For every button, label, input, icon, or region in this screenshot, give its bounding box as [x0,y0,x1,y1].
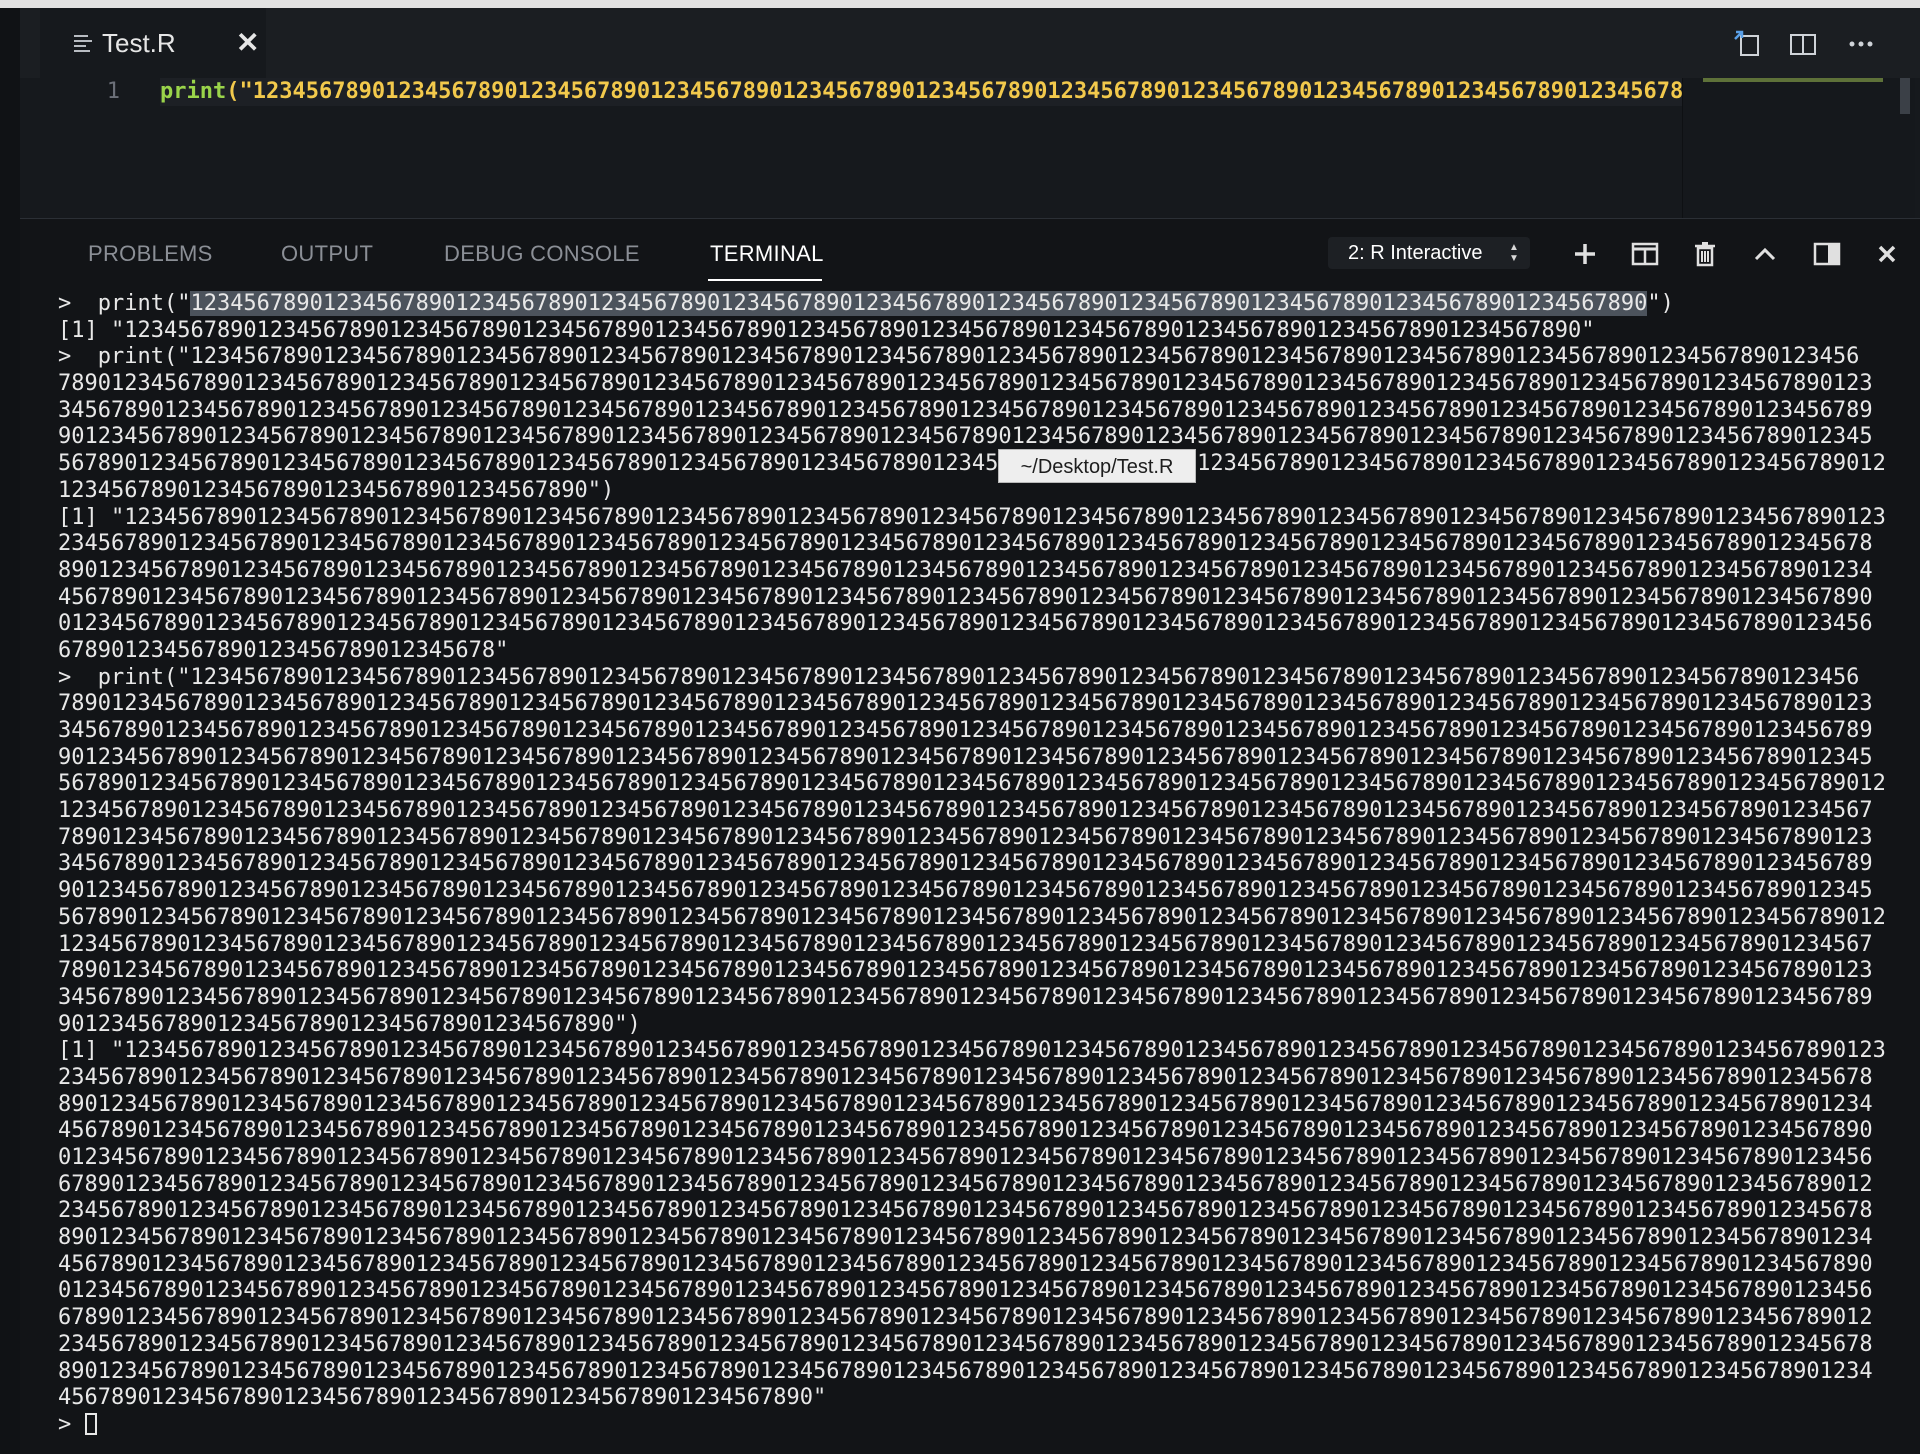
terminal-line: 4567890123456789012345678901234567890123… [58,584,1873,610]
terminal-line: 9012345678901234567890123456789012345678… [58,744,1873,770]
tab-close-icon[interactable]: ✕ [236,26,259,59]
terminal-line: 5678901234567890123456789012345678901234… [58,904,1886,930]
command-prefix: > print(" [58,291,191,316]
terminal-line: 4567890123456789012345678901234567890123… [58,1385,827,1411]
tab-title: Test.R [102,28,176,58]
terminal-select[interactable]: 2: R Interactive ▲ ▼ [1328,237,1530,269]
terminal-line: [1] "12345678901234567890123456789012345… [58,1038,1886,1064]
terminal-cursor [84,1412,97,1435]
add-icon[interactable] [1570,239,1600,269]
prompt-text: > [58,1411,85,1437]
terminal-output[interactable]: > print("1234567890123456789012345678901… [58,291,1898,1451]
minimap-line [1703,78,1883,82]
terminal-prompt[interactable]: > [58,1412,1898,1439]
code-string: ("12345678901234567890123456789012345678… [226,79,1700,104]
panel-tabs: PROBLEMS OUTPUT DEBUG CONSOLE TERMINAL 2… [20,219,1920,287]
maximize-panel-icon[interactable] [1812,239,1842,269]
terminal-line: 7890123456789012345678901234567890123456… [58,958,1873,984]
close-icon[interactable] [1872,239,1902,269]
terminal-line: [1] "12345678901234567890123456789012345… [58,504,1886,530]
terminal-line: 7890123456789012345678901234567890123456… [58,371,1873,397]
terminal-line: 4567890123456789012345678901234567890123… [58,1251,1873,1277]
tab-test-r[interactable]: Test.R ✕ [40,8,266,78]
terminal-line: 0123456789012345678901234567890123456789… [58,611,1873,637]
bottom-panel: PROBLEMS OUTPUT DEBUG CONSOLE TERMINAL 2… [20,218,1920,1454]
vscode-window: Test.R ✕ 1 print("1234567890123456789012… [0,0,1920,1454]
file-path-tooltip: ~/Desktop/Test.R [998,449,1196,483]
terminal-line: 9012345678901234567890123456789012345678… [58,424,1873,450]
selected-text[interactable]: 1234567890123456789012345678901234567890… [190,291,1648,316]
terminal-line: 8901234567890123456789012345678901234567… [58,1358,1873,1384]
terminal-line: 7890123456789012345678901234567890123456… [58,824,1873,850]
terminal-line: > print("1234567890123456789012345678901… [58,291,1898,318]
terminal-line: 3456789012345678901234567890123456789012… [58,984,1873,1010]
terminal-line: 3456789012345678901234567890123456789012… [58,718,1873,743]
chevron-up-icon[interactable] [1750,239,1780,269]
terminal-line: 8901234567890123456789012345678901234567… [58,557,1873,583]
split-terminal-icon[interactable] [1630,239,1660,269]
activity-gutter [0,8,20,1454]
terminal-line: 1234567890123456789012345678901234567890… [58,798,1873,824]
code-function: print [160,79,227,104]
split-editor-icon[interactable] [1788,30,1818,58]
terminal-line: 8901234567890123456789012345678901234567… [58,1225,1873,1251]
terminal-line: > print("1234567890123456789012345678901… [58,344,1860,370]
terminal-line: 2345678901234567890123456789012345678901… [58,531,1873,557]
command-suffix: ") [1647,291,1674,316]
terminal-line: 5678901234567890123456789012345678901234… [58,771,1886,797]
code-line-1[interactable]: print("123456789012345678901234567890123… [160,78,1700,106]
terminal-line: 9012345678901234567890123456789012345678… [58,1011,641,1037]
terminal-lines: [1] "12345678901234567890123456789012345… [58,318,1898,1412]
open-changes-icon[interactable] [1732,30,1762,58]
terminal-line: 2345678901234567890123456789012345678901… [58,1064,1873,1090]
active-tab-indicator [708,279,822,281]
minimap[interactable] [1682,78,1915,218]
terminal-line: 3456789012345678901234567890123456789012… [58,851,1873,877]
terminal-line: 7890123456789012345678901234567890123456… [58,691,1873,717]
terminal-line: 0123456789012345678901234567890123456789… [58,1278,1873,1304]
terminal-select-value: 2: R Interactive [1348,242,1483,264]
editor-scrollbar[interactable] [1900,78,1910,114]
code-editor[interactable]: 1 print("1234567890123456789012345678901… [20,78,1920,218]
tab-debug-console[interactable]: DEBUG CONSOLE [444,241,640,267]
terminal-line: 2345678901234567890123456789012345678901… [58,1198,1873,1224]
terminal-line: 5678901234567890123456789012345678901234… [58,451,1886,477]
trash-icon[interactable] [1690,239,1720,269]
terminal-line: 0123456789012345678901234567890123456789… [58,1145,1873,1170]
terminal-line: 8901234567890123456789012345678901234567… [58,1091,1873,1117]
terminal-line: > print("1234567890123456789012345678901… [58,664,1860,690]
title-strip [0,0,1920,8]
line-number: 1 [106,79,120,104]
terminal-line: 1234567890123456789012345678901234567890… [58,477,615,503]
terminal-line: [1] "12345678901234567890123456789012345… [58,317,1595,343]
terminal-line: 9012345678901234567890123456789012345678… [58,878,1873,904]
terminal-line: 678901234567890123456789012345678" [58,637,509,663]
file-lines-icon [74,35,92,52]
terminal-line: 1234567890123456789012345678901234567890… [58,931,1873,957]
tab-terminal[interactable]: TERMINAL [710,241,824,267]
editor-actions [1720,8,1920,78]
tab-problems[interactable]: PROBLEMS [88,241,213,267]
terminal-line: 3456789012345678901234567890123456789012… [58,397,1873,423]
select-arrows-icon: ▲ ▼ [1509,242,1519,264]
terminal-line: 6789012345678901234567890123456789012345… [58,1171,1873,1197]
more-actions-icon[interactable] [1846,30,1876,58]
terminal-line: 4567890123456789012345678901234567890123… [58,1118,1873,1144]
terminal-line: 6789012345678901234567890123456789012345… [58,1305,1873,1331]
terminal-line: 2345678901234567890123456789012345678901… [58,1331,1873,1357]
tab-output[interactable]: OUTPUT [281,241,373,267]
editor-tab-bar: Test.R ✕ [20,8,1920,78]
